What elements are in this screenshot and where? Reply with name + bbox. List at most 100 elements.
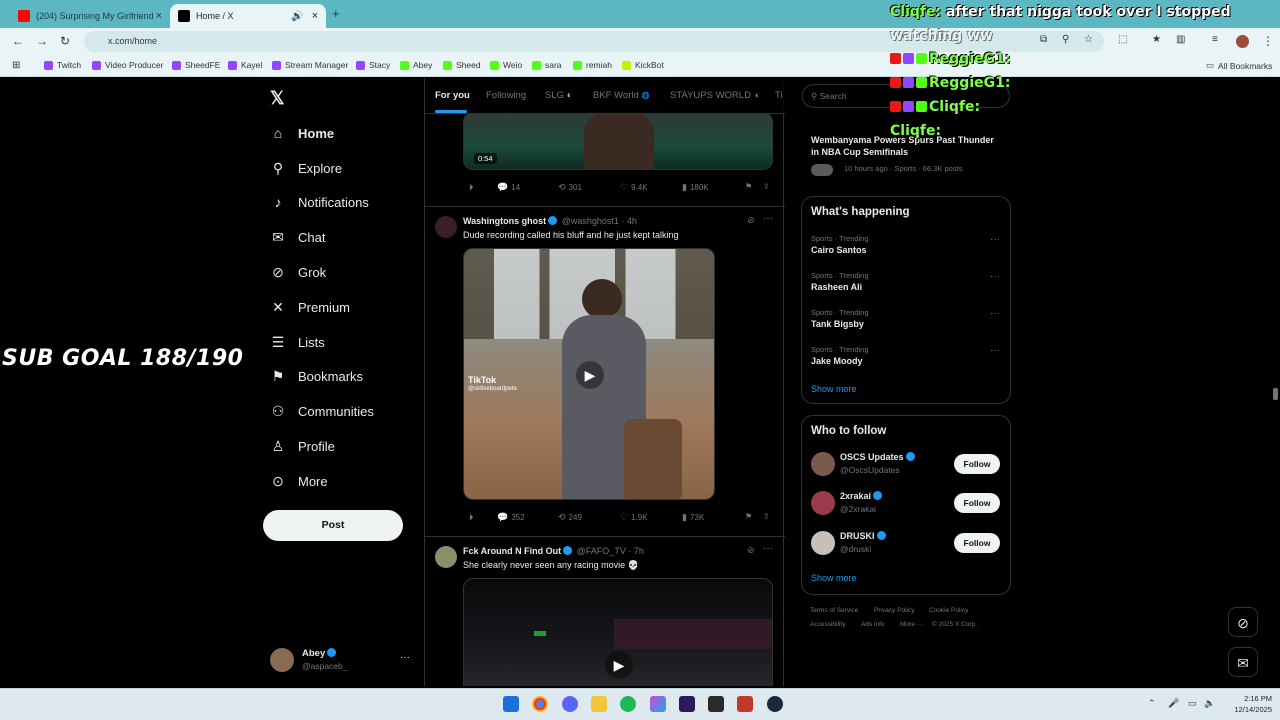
forward-icon[interactable]: →	[36, 34, 48, 48]
tab-stayups-world[interactable]: STAYUPS WORLD ◖	[670, 90, 759, 101]
bookmark-kayel[interactable]: Kayel	[228, 60, 262, 70]
like-stat[interactable]: ♡ 1.9K	[620, 512, 648, 523]
tab-youtube[interactable]: (204) Surprising My Girlfriend ×	[10, 4, 170, 28]
tab-slg[interactable]: SLG ◐	[545, 90, 572, 101]
sidebar-item-premium[interactable]: ✕ Premium	[270, 297, 350, 317]
sidebar-item-home[interactable]: ⌂ Home	[270, 123, 334, 143]
footer-more[interactable]: More ···	[900, 621, 923, 628]
folder-icon[interactable]	[591, 696, 607, 712]
copilot-icon[interactable]	[650, 696, 666, 712]
follow-button[interactable]: Follow	[954, 533, 1000, 553]
star-icon[interactable]: ☆	[1084, 34, 1093, 45]
follow-button[interactable]: Follow	[954, 493, 1000, 513]
more-icon[interactable]: ···	[763, 213, 773, 224]
zoom-icon[interactable]: ⚲	[1062, 34, 1069, 45]
extensions-icon[interactable]: ⬚	[1118, 34, 1127, 45]
bookmark-twitch[interactable]: Twitch	[44, 60, 81, 70]
views-stat[interactable]: ▮ 180K	[682, 182, 709, 193]
tab-overflow[interactable]: Ti	[775, 90, 783, 101]
bookmark-stream-manager[interactable]: Stream Manager	[272, 60, 348, 70]
scrollbar-thumb[interactable]	[1273, 388, 1278, 400]
play-icon[interactable]: ⏵	[469, 512, 477, 523]
bookmark-icon[interactable]: ⚑	[745, 182, 752, 191]
bookmark-weio[interactable]: Weio	[490, 60, 522, 70]
grok-icon[interactable]: ⊘	[747, 545, 755, 556]
avatar[interactable]	[435, 546, 457, 568]
play-icon[interactable]: ▶	[605, 651, 633, 679]
views-stat[interactable]: ▮ 73K	[682, 512, 704, 523]
apps-icon[interactable]: ⊞	[12, 60, 20, 71]
sidebar-item-grok[interactable]: ⊘ Grok	[270, 262, 326, 282]
grok-icon[interactable]: ⊘	[747, 215, 755, 226]
sidebar-item-more[interactable]: ⊙ More	[270, 471, 328, 491]
premiere-icon[interactable]	[679, 696, 695, 712]
footer-privacy[interactable]: Privacy Policy	[874, 607, 914, 614]
steam-icon[interactable]	[767, 696, 783, 712]
footer-accessibility[interactable]: Accessibility	[810, 621, 845, 628]
video-thumbnail[interactable]: 0:54	[463, 112, 773, 170]
tray-chevron-icon[interactable]: ⌃	[1148, 698, 1156, 709]
show-more-link[interactable]: Show more	[811, 573, 857, 583]
system-clock[interactable]: 2:16 PM 12/14/2025	[1234, 693, 1272, 715]
repost-stat[interactable]: ⟲ 249	[558, 512, 582, 523]
tweet-author[interactable]: Washingtons ghost @washghost1 · 4h	[463, 216, 637, 226]
chrome-icon[interactable]	[532, 696, 548, 712]
new-tab-button[interactable]: +	[332, 6, 340, 21]
video-thumbnail[interactable]: ▶	[463, 578, 773, 686]
follow-button[interactable]: Follow	[954, 454, 1000, 474]
video-thumbnail[interactable]: TikTok @sk8seboardpete ▶	[463, 248, 715, 500]
bookmark-icon[interactable]: ⚑	[745, 512, 752, 521]
footer-ads-info[interactable]: Ads info	[861, 621, 885, 628]
post-button[interactable]: Post	[263, 510, 403, 541]
close-icon[interactable]: ×	[156, 10, 162, 22]
repost-stat[interactable]: ⟲ 301	[558, 182, 582, 193]
play-icon[interactable]: ⏵	[469, 182, 477, 193]
more-icon[interactable]: ···	[990, 308, 1000, 319]
speaker-icon[interactable]: 🔊	[291, 11, 303, 22]
cast-icon[interactable]: ⧉	[1040, 34, 1047, 45]
sidebar-item-notifications[interactable]: ♪ Notifications	[270, 192, 369, 212]
sidebar-item-bookmarks[interactable]: ⚑ Bookmarks	[270, 366, 363, 386]
bookmark-abey[interactable]: Abey	[400, 60, 432, 70]
tab-following[interactable]: Following	[486, 90, 526, 101]
tab-for-you[interactable]: For you	[435, 90, 470, 101]
more-icon[interactable]: ···	[990, 234, 1000, 245]
grok-icon[interactable]: ⊘	[1228, 607, 1258, 637]
reply-stat[interactable]: 💬 14	[497, 182, 520, 193]
bookmark-sheedfe[interactable]: SheedFE	[172, 60, 220, 70]
discord-icon[interactable]	[562, 696, 578, 712]
obs-icon[interactable]	[708, 696, 724, 712]
sidebar-item-communities[interactable]: ⚇ Communities	[270, 401, 374, 421]
spotify-icon[interactable]	[620, 696, 636, 712]
more-icon[interactable]: ···	[400, 652, 410, 663]
tweet-author[interactable]: Fck Around N Find Out @FAFO_TV · 7h	[463, 546, 644, 556]
bookmark-remiah[interactable]: remiah	[573, 60, 612, 70]
avatar[interactable]	[435, 216, 457, 238]
bookmark-kickbot[interactable]: KickBot	[622, 60, 664, 70]
more-icon[interactable]: ···	[990, 345, 1000, 356]
like-stat[interactable]: ♡ 9.4K	[620, 182, 648, 193]
all-bookmarks[interactable]: ▭ All Bookmarks	[1206, 60, 1272, 71]
back-icon[interactable]: ←	[12, 34, 24, 48]
messages-icon[interactable]: ✉	[1228, 647, 1258, 677]
footer-terms[interactable]: Terms of Service	[810, 607, 858, 614]
bookmark-sara[interactable]: sara	[532, 60, 562, 70]
share-icon[interactable]: ⇪	[763, 512, 770, 521]
close-icon[interactable]: ×	[312, 10, 318, 22]
reload-icon[interactable]: ↻	[60, 34, 70, 48]
bookmark-sheed[interactable]: Sheed	[443, 60, 481, 70]
more-icon[interactable]: ···	[990, 271, 1000, 282]
bookmark-stacy[interactable]: Stacy	[356, 60, 390, 70]
sidebar-item-profile[interactable]: ♙ Profile	[270, 436, 335, 456]
show-more-link[interactable]: Show more	[811, 384, 857, 394]
play-icon[interactable]: ▶	[576, 361, 604, 389]
app-icon[interactable]	[737, 696, 753, 712]
media-icon[interactable]: ≡	[1212, 34, 1218, 45]
tab-bkf-world[interactable]: BKF World ◍	[593, 90, 650, 101]
more-icon[interactable]: ···	[763, 543, 773, 554]
sidebar-item-lists[interactable]: ☰ Lists	[270, 332, 325, 352]
reply-stat[interactable]: 💬 352	[497, 512, 525, 523]
volume-icon[interactable]: 🔈	[1204, 698, 1215, 709]
start-icon[interactable]	[503, 696, 519, 712]
menu-icon[interactable]: ⋮	[1262, 34, 1274, 48]
